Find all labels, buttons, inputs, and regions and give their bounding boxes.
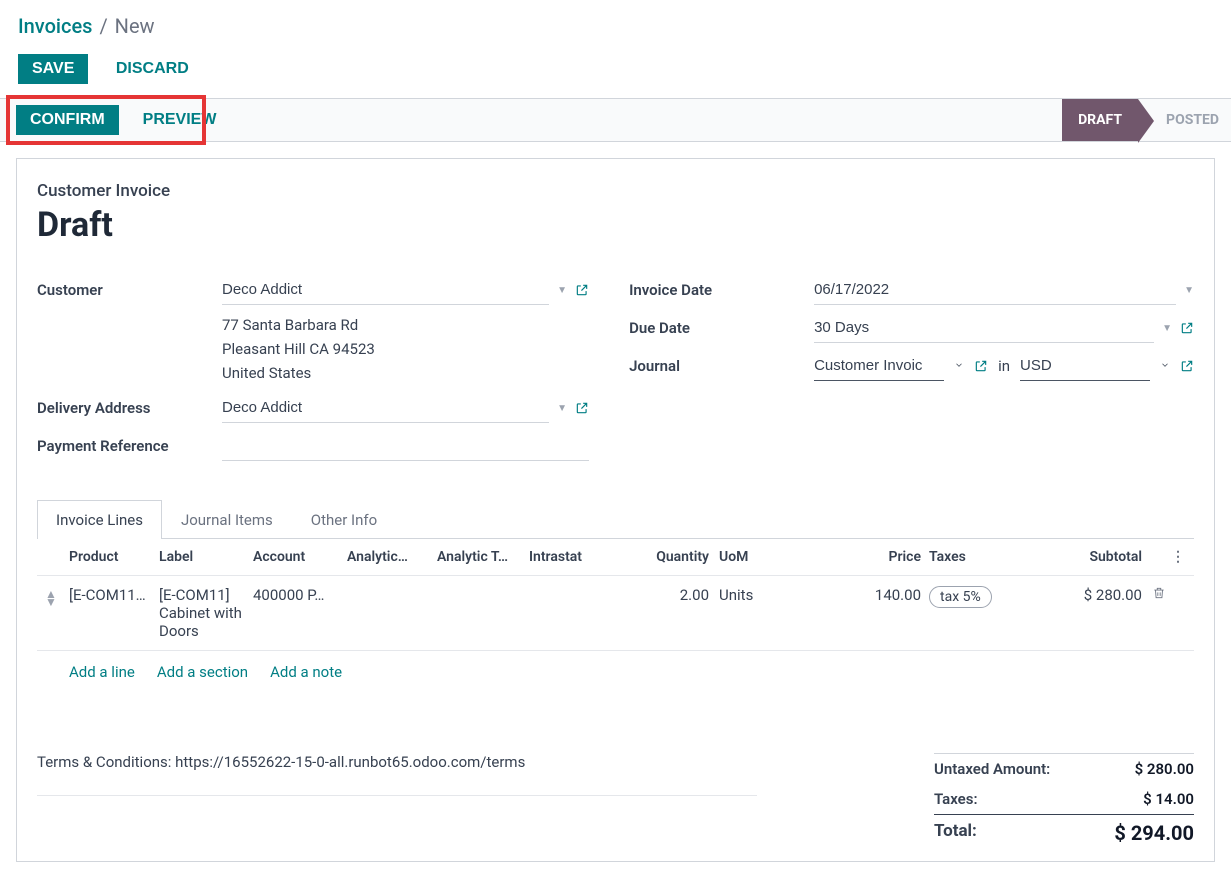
col-analytic[interactable]: Analytic… [347,549,437,565]
invoice-type-label: Customer Invoice [37,181,1194,201]
external-link-icon[interactable] [974,358,988,374]
external-link-icon[interactable] [1180,320,1194,336]
cell-uom[interactable]: Units [719,586,859,604]
col-product[interactable]: Product [69,549,159,565]
stage-draft[interactable]: DRAFT [1062,99,1138,141]
col-analytic-tags[interactable]: Analytic T… [437,549,529,565]
form-sheet: Customer Invoice Draft Customer ▼ 77 San… [16,158,1215,862]
chevron-down-icon[interactable]: ▼ [557,285,567,296]
tab-other-info[interactable]: Other Info [292,500,396,539]
add-note-link[interactable]: Add a note [270,663,342,681]
journal-select[interactable] [814,351,944,381]
external-link-icon[interactable] [1180,358,1194,374]
add-links: Add a line Add a section Add a note [37,651,1194,693]
total-value: $ 294.00 [1114,821,1194,845]
delete-row-icon[interactable] [1148,586,1170,604]
col-subtotal[interactable]: Subtotal [1029,549,1148,565]
col-label[interactable]: Label [159,549,253,565]
chevron-down-icon[interactable]: ▼ [1162,323,1172,334]
col-price[interactable]: Price [859,549,929,565]
invoice-lines-grid: Product Label Account Analytic… Analytic… [37,539,1194,693]
cell-label[interactable]: [E-COM11] Cabinet with Doors [159,586,253,640]
highlight-box [6,95,206,145]
terms-text[interactable]: Terms & Conditions: https://16552622-15-… [37,753,757,796]
discard-button[interactable]: DISCARD [102,54,203,84]
tabs: Invoice Lines Journal Items Other Info [37,499,1194,539]
cell-quantity[interactable]: 2.00 [619,586,719,604]
taxes-total-value: $ 14.00 [1143,790,1194,808]
taxes-total-label: Taxes: [934,790,978,808]
toolbar: SAVE DISCARD [0,44,1231,98]
stage-indicator: DRAFT POSTED [1062,99,1231,141]
col-intrastat[interactable]: Intrastat [529,549,619,565]
customer-select[interactable] [222,275,549,305]
total-label: Total: [934,821,977,845]
cell-account[interactable]: 400000 P… [253,586,347,604]
delivery-label: Delivery Address [37,393,222,417]
untaxed-label: Untaxed Amount: [934,760,1050,778]
col-quantity[interactable]: Quantity [619,549,719,565]
col-account[interactable]: Account [253,549,347,565]
breadcrumb-current: New [115,14,155,38]
cell-taxes[interactable]: tax 5% [929,586,1029,608]
totals: Untaxed Amount: $ 280.00 Taxes: $ 14.00 … [934,753,1194,851]
delivery-select[interactable] [222,393,549,423]
chevron-down-icon[interactable] [954,358,964,374]
breadcrumb-sep: / [97,14,109,38]
grid-header: Product Label Account Analytic… Analytic… [37,539,1194,576]
customer-label: Customer [37,275,222,299]
kebab-icon[interactable]: ⋮ [1170,549,1186,565]
external-link-icon[interactable] [575,282,589,298]
table-row[interactable]: ▲▼ [E-COM11… [E-COM11] Cabinet with Door… [37,576,1194,651]
add-section-link[interactable]: Add a section [157,663,248,681]
drag-handle-icon[interactable]: ▲▼ [45,586,69,606]
chevron-down-icon[interactable]: ▼ [1184,285,1194,296]
external-link-icon[interactable] [575,400,589,416]
status-bar: CONFIRM PREVIEW DRAFT POSTED [0,98,1231,142]
untaxed-value: $ 280.00 [1135,760,1194,778]
due-date-select[interactable] [814,313,1154,343]
currency-select[interactable] [1020,351,1150,381]
cell-price[interactable]: 140.00 [859,586,929,604]
payref-input[interactable] [222,431,589,461]
journal-in-label: in [998,357,1010,375]
chevron-down-icon[interactable] [1160,358,1170,374]
breadcrumb-root-link[interactable]: Invoices [18,14,92,38]
save-button[interactable]: SAVE [18,54,88,84]
cell-product[interactable]: [E-COM11… [69,586,159,604]
col-uom[interactable]: UoM [719,549,859,565]
breadcrumb: Invoices / New [0,0,1231,44]
chevron-down-icon[interactable]: ▼ [557,403,567,414]
add-line-link[interactable]: Add a line [69,663,135,681]
col-taxes[interactable]: Taxes [929,549,1029,565]
invoice-date-input[interactable] [814,275,1176,305]
payref-label: Payment Reference [37,431,222,455]
page-title: Draft [37,205,1194,245]
journal-label: Journal [629,351,814,375]
tab-invoice-lines[interactable]: Invoice Lines [37,500,162,539]
invoice-date-label: Invoice Date [629,275,814,299]
customer-address: 77 Santa Barbara Rd Pleasant Hill CA 945… [222,313,375,385]
cell-subtotal: $ 280.00 [1029,586,1148,604]
tab-journal-items[interactable]: Journal Items [162,500,292,539]
due-date-label: Due Date [629,313,814,337]
